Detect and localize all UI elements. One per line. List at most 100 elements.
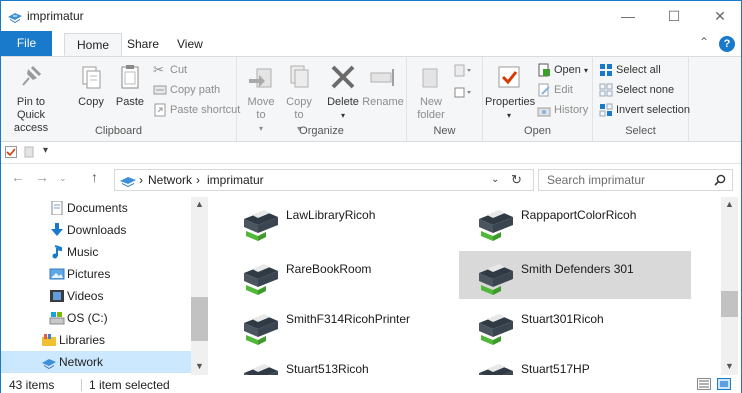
customize-toolbar-icon[interactable]: ▾: [43, 145, 48, 156]
history-icon: [537, 107, 551, 117]
minimize-button[interactable]: —: [605, 1, 651, 31]
forward-arrow-icon[interactable]: →: [35, 169, 49, 185]
scrollbar-thumb[interactable]: [721, 291, 738, 317]
network-icon: [42, 359, 56, 369]
address-dropdown-chevron-icon[interactable]: ⌄: [491, 174, 499, 185]
nav-pane-scrollbar[interactable]: ▲ ▼: [191, 197, 208, 375]
printer-name: Stuart517HP: [521, 362, 590, 375]
printer-name: Smith Defenders 301: [521, 262, 634, 276]
navigation-pane: Documents Downloads Music Pictures Video…: [1, 197, 207, 375]
organize-group-label: Organize: [299, 125, 344, 137]
status-divider: [81, 379, 82, 391]
cut-label: Cut: [170, 64, 188, 76]
nav-item-network[interactable]: Network: [1, 351, 191, 373]
copy-to-label: Copy to: [286, 96, 312, 121]
scroll-down-arrow-icon[interactable]: ▼: [721, 361, 738, 371]
properties-quick-icon[interactable]: [5, 146, 17, 158]
scrollbar-thumb[interactable]: [191, 297, 208, 341]
new-item-icon[interactable]: [453, 63, 473, 79]
open-label: Open: [554, 64, 581, 76]
up-arrow-icon[interactable]: ↑: [91, 169, 98, 185]
address-bar[interactable]: › Network › imprimatur ⌄ ↻: [114, 169, 534, 191]
nav-label: Libraries: [59, 333, 106, 347]
delete-button[interactable]: Delete ▾: [325, 61, 361, 122]
printer-name: SmithF314RicohPrinter: [286, 312, 411, 326]
large-icons-view-icon[interactable]: [717, 378, 731, 390]
breadcrumb-imprimatur[interactable]: imprimatur: [207, 173, 264, 187]
scroll-up-arrow-icon[interactable]: ▲: [721, 199, 738, 209]
history-button[interactable]: History: [537, 101, 588, 119]
printer-name: Stuart301Ricoh: [521, 312, 604, 326]
printer-tile[interactable]: Stuart301Ricoh: [459, 301, 691, 349]
nav-item-pictures[interactable]: Pictures: [1, 263, 191, 285]
invert-selection-label: Invert selection: [616, 104, 690, 116]
nav-item-libraries[interactable]: Libraries: [1, 329, 191, 351]
properties-button[interactable]: Properties ▾: [485, 61, 535, 122]
printer-tile[interactable]: LawLibraryRicoh: [224, 197, 456, 245]
close-button[interactable]: ✕: [697, 1, 742, 31]
videos-icon: [50, 290, 64, 302]
music-icon: [52, 245, 62, 259]
address-row: ← → ⌄ ↑ › Network › imprimatur ⌄ ↻ Searc…: [1, 164, 741, 194]
open-button[interactable]: Open ▾: [537, 61, 588, 79]
move-to-button[interactable]: Move to ▾: [243, 61, 279, 135]
tab-view[interactable]: View: [165, 33, 215, 56]
printer-icon: [479, 314, 513, 345]
refresh-icon[interactable]: ↻: [511, 172, 522, 188]
rename-label: Rename: [362, 96, 404, 108]
cut-button[interactable]: ✂ Cut: [153, 61, 187, 79]
tab-file[interactable]: File: [1, 31, 52, 56]
paste-shortcut-icon: [154, 103, 166, 117]
new-folder-quick-icon[interactable]: [23, 146, 35, 158]
rename-button[interactable]: Rename: [361, 61, 405, 109]
paste-button[interactable]: Paste: [111, 61, 149, 109]
printer-tile[interactable]: Stuart517HP: [459, 351, 691, 375]
breadcrumb-separator[interactable]: ›: [139, 173, 143, 187]
new-folder-button[interactable]: New folder: [411, 61, 451, 122]
printer-tile[interactable]: SmithF314RicohPrinter: [224, 301, 456, 349]
new-folder-label: New folder: [417, 96, 445, 121]
copy-path-button[interactable]: Copy path: [153, 81, 220, 99]
breadcrumb-network[interactable]: Network: [148, 173, 192, 187]
printer-tile[interactable]: RappaportColorRicoh: [459, 197, 691, 245]
recent-chevron-icon[interactable]: ⌄: [59, 173, 67, 184]
search-icon[interactable]: [714, 174, 726, 186]
nav-item-downloads[interactable]: Downloads: [1, 219, 191, 241]
copy-button[interactable]: Copy: [73, 61, 109, 109]
scroll-up-arrow-icon[interactable]: ▲: [191, 199, 208, 209]
nav-item-music[interactable]: Music: [1, 241, 191, 263]
maximize-button[interactable]: ☐: [651, 1, 697, 31]
chevron-up-icon[interactable]: ⌃: [699, 35, 709, 49]
nav-item-videos[interactable]: Videos: [1, 285, 191, 307]
printer-tile[interactable]: RareBookRoom: [224, 251, 456, 299]
select-none-button[interactable]: Select none: [599, 81, 674, 99]
select-all-button[interactable]: Select all: [599, 61, 661, 79]
tab-home[interactable]: Home: [64, 33, 123, 56]
selection-count: 1 item selected: [89, 378, 170, 392]
window-title: imprimatur: [27, 9, 84, 23]
invert-selection-button[interactable]: Invert selection: [599, 101, 690, 119]
edit-button[interactable]: Edit: [537, 81, 573, 99]
copy-icon: [82, 66, 101, 89]
scroll-down-arrow-icon[interactable]: ▼: [191, 361, 208, 371]
pin-quick-access-button[interactable]: Pin to Quick access: [5, 61, 57, 135]
back-arrow-icon[interactable]: ←: [11, 169, 25, 185]
help-icon[interactable]: ?: [719, 36, 735, 52]
paste-shortcut-label: Paste shortcut: [170, 104, 241, 116]
search-input[interactable]: Search imprimatur: [538, 169, 733, 191]
breadcrumb-separator[interactable]: ›: [196, 173, 200, 187]
easy-access-icon[interactable]: [453, 85, 473, 101]
rename-icon: [370, 69, 394, 86]
tab-share[interactable]: Share: [115, 33, 171, 56]
printer-icon: [244, 314, 278, 345]
nav-item-documents[interactable]: Documents: [1, 197, 191, 219]
printer-tile-selected[interactable]: Smith Defenders 301: [459, 251, 691, 299]
details-view-icon[interactable]: [697, 378, 711, 390]
paste-shortcut-button[interactable]: Paste shortcut: [153, 101, 240, 119]
nav-label: Videos: [67, 289, 104, 303]
copy-to-button[interactable]: Copy to ▾: [281, 61, 317, 135]
content-scrollbar[interactable]: ▲ ▼: [721, 197, 738, 375]
printer-tile[interactable]: Stuart513Ricoh: [224, 351, 456, 375]
nav-item-os-drive[interactable]: OS (C:): [1, 307, 191, 329]
printer-icon: [244, 264, 278, 295]
